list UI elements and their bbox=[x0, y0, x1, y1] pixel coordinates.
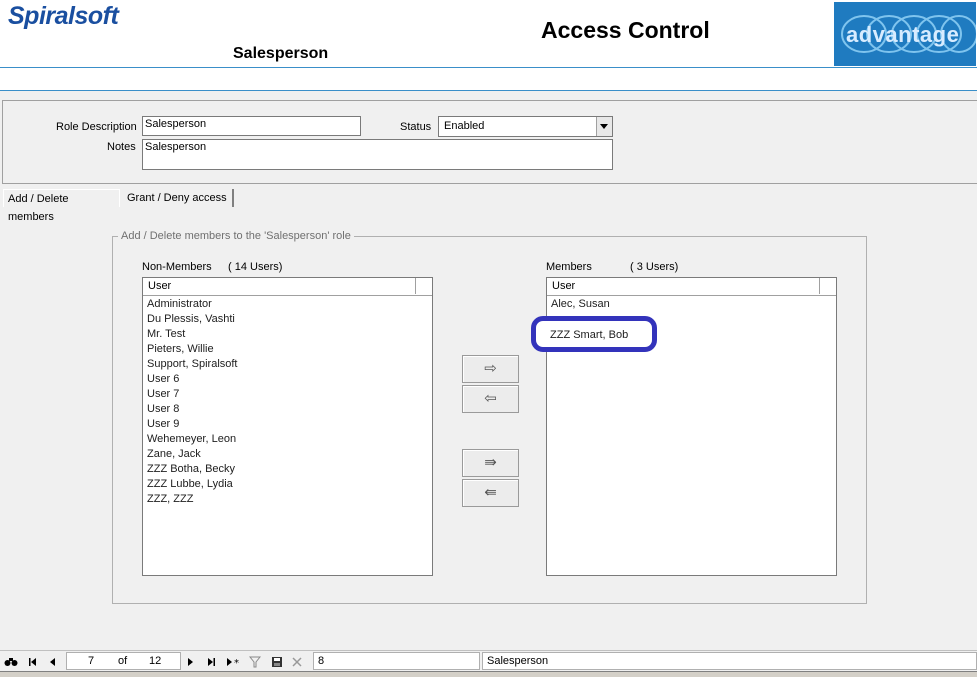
list-item[interactable]: Alec, Susan bbox=[551, 297, 834, 312]
page-title: Access Control bbox=[541, 17, 710, 43]
delete-icon[interactable] bbox=[289, 653, 305, 670]
first-record-icon[interactable] bbox=[25, 653, 41, 670]
notes-label: Notes bbox=[107, 141, 136, 153]
of-label: of bbox=[118, 655, 128, 667]
svg-text:*: * bbox=[234, 658, 239, 667]
role-description-field[interactable]: Salesperson bbox=[142, 116, 361, 136]
status-value: Enabled bbox=[444, 120, 485, 132]
save-icon[interactable] bbox=[269, 653, 285, 670]
record-name-field: Salesperson bbox=[482, 652, 977, 670]
list-item[interactable]: Pieters, Willie bbox=[147, 342, 430, 357]
list-item[interactable]: Mr. Test bbox=[147, 327, 430, 342]
tab-grant-deny-access[interactable]: Grant / Deny access bbox=[123, 189, 234, 207]
list-item[interactable]: User 7 bbox=[147, 387, 430, 402]
arrow-left-icon: ⇦ bbox=[484, 390, 497, 407]
non-members-list[interactable]: User Administrator Du Plessis, Vashti Mr. … bbox=[142, 277, 433, 576]
list-header: User bbox=[547, 278, 836, 296]
advantage-logo: advantage bbox=[834, 2, 976, 66]
list-item[interactable]: Administrator bbox=[147, 297, 430, 312]
advantage-logo-text: advantage bbox=[846, 22, 960, 47]
arrow-right-icon: ⇨ bbox=[484, 360, 497, 377]
list-item[interactable]: ZZZ Smart, Bob bbox=[550, 329, 628, 341]
toolbar-strip bbox=[0, 68, 977, 91]
add-all-members-button[interactable]: ⇛ bbox=[462, 449, 519, 477]
role-description-label: Role Description bbox=[56, 121, 137, 133]
double-arrow-left-icon: ⇚ bbox=[484, 484, 497, 501]
notes-field[interactable]: Salesperson bbox=[142, 139, 613, 170]
members-items: Alec, Susan bbox=[551, 297, 834, 312]
record-position-box[interactable]: 7 of 12 bbox=[66, 652, 181, 670]
members-count: ( 3 Users) bbox=[630, 261, 679, 273]
list-item[interactable]: ZZZ, ZZZ bbox=[147, 492, 430, 507]
double-arrow-right-icon: ⇛ bbox=[484, 454, 497, 471]
list-item[interactable]: Du Plessis, Vashti bbox=[147, 312, 430, 327]
column-header-user[interactable]: User bbox=[547, 278, 820, 294]
list-item[interactable]: User 6 bbox=[147, 372, 430, 387]
list-item[interactable]: Wehemeyer, Leon bbox=[147, 432, 430, 447]
list-item[interactable]: Zane, Jack bbox=[147, 447, 430, 462]
record-navigator: 7 of 12 * 8 Salesperson bbox=[0, 650, 977, 671]
app-header: Spiralsoft Salesperson Access Control ad… bbox=[0, 0, 977, 68]
list-header: User bbox=[143, 278, 432, 296]
list-item[interactable]: ZZZ Lubbe, Lydia bbox=[147, 477, 430, 492]
last-record-icon[interactable] bbox=[203, 653, 219, 670]
list-item[interactable]: Support, Spiralsoft bbox=[147, 357, 430, 372]
spiralsoft-logo: Spiralsoft bbox=[8, 2, 119, 30]
total-records: 12 bbox=[149, 655, 162, 667]
groupbox-title: Add / Delete members to the 'Salesperson… bbox=[118, 230, 354, 242]
non-members-count: ( 14 Users) bbox=[228, 261, 283, 273]
next-record-icon[interactable] bbox=[182, 653, 198, 670]
role-name-heading: Salesperson bbox=[233, 45, 329, 62]
members-label: Members bbox=[546, 261, 592, 273]
binoculars-icon[interactable] bbox=[3, 653, 19, 670]
list-item[interactable]: User 9 bbox=[147, 417, 430, 432]
status-dropdown[interactable]: Enabled bbox=[438, 116, 613, 137]
record-id-field: 8 bbox=[313, 652, 480, 670]
new-record-icon[interactable]: * bbox=[224, 653, 244, 670]
remove-all-members-button[interactable]: ⇚ bbox=[462, 479, 519, 507]
highlighted-member-annotation[interactable]: ZZZ Smart, Bob bbox=[531, 316, 657, 352]
list-item[interactable]: User 8 bbox=[147, 402, 430, 417]
column-header-spacer bbox=[416, 278, 432, 294]
add-member-button[interactable]: ⇨ bbox=[462, 355, 519, 383]
column-header-spacer bbox=[820, 278, 836, 294]
status-label: Status bbox=[400, 121, 432, 133]
non-members-items: Administrator Du Plessis, Vashti Mr. Test P… bbox=[147, 297, 430, 507]
tab-add-delete-members[interactable]: Add / Delete members bbox=[3, 189, 120, 223]
filter-icon[interactable] bbox=[247, 653, 263, 670]
status-strip bbox=[0, 671, 977, 677]
current-record-number: 7 bbox=[88, 655, 95, 667]
remove-member-button[interactable]: ⇦ bbox=[462, 385, 519, 413]
non-members-label: Non-Members bbox=[142, 261, 212, 273]
chevron-down-icon[interactable] bbox=[596, 117, 612, 136]
previous-record-icon[interactable] bbox=[45, 653, 61, 670]
column-header-user[interactable]: User bbox=[143, 278, 416, 294]
list-item[interactable]: ZZZ Botha, Becky bbox=[147, 462, 430, 477]
